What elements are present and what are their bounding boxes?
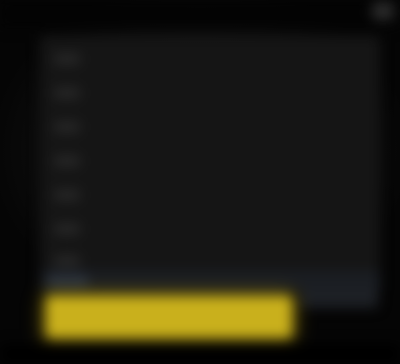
- title-bar: [0, 0, 400, 28]
- primary-button[interactable]: [46, 296, 292, 338]
- menu-item[interactable]: [40, 146, 380, 176]
- close-icon[interactable]: [372, 2, 394, 20]
- menu-item[interactable]: [40, 112, 380, 142]
- secondary-button[interactable]: [300, 286, 378, 308]
- menu-item[interactable]: [40, 78, 380, 108]
- menu-item-icon: [54, 255, 80, 267]
- menu-item-icon: [54, 121, 80, 133]
- app-screen: [0, 0, 400, 364]
- menu-item-icon: [54, 87, 80, 99]
- menu-item[interactable]: [40, 44, 380, 74]
- menu-item[interactable]: [40, 180, 380, 210]
- menu-item-icon: [54, 155, 80, 167]
- menu-item-icon: [54, 53, 80, 65]
- menu-panel: [40, 36, 380, 280]
- bottom-edge: [0, 344, 400, 364]
- input-value: [48, 275, 88, 287]
- blurred-content: [0, 0, 400, 364]
- menu-item[interactable]: [40, 214, 380, 244]
- menu-item-icon: [54, 223, 80, 235]
- menu-item-icon: [54, 189, 80, 201]
